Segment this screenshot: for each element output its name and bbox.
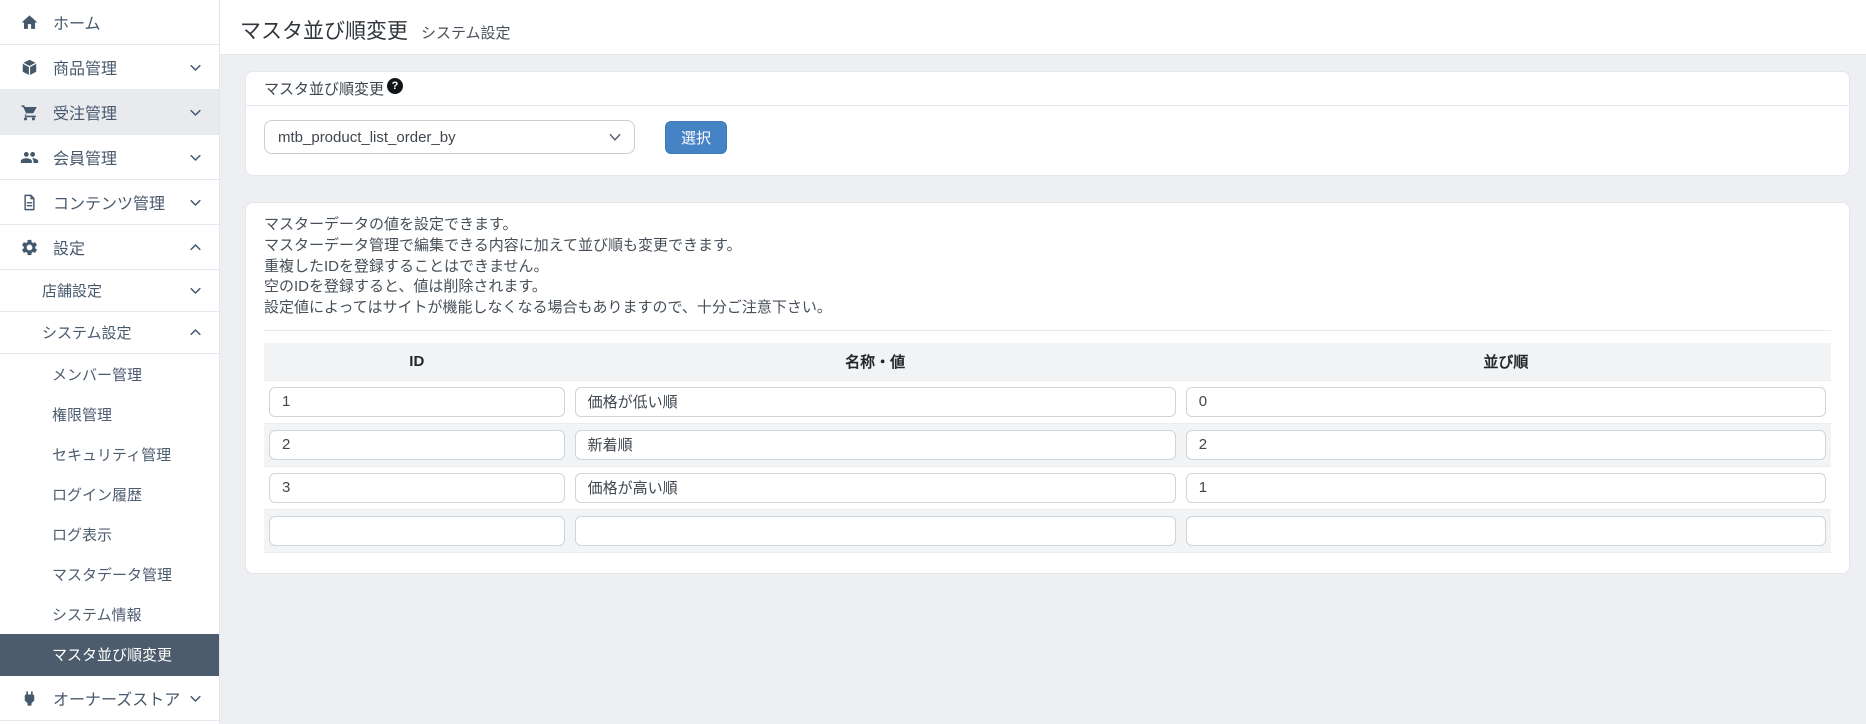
sidebar-item-system-settings[interactable]: システム設定: [0, 312, 219, 354]
table-row: [264, 466, 1831, 509]
page-title: マスタ並び順変更: [240, 20, 408, 43]
sidebar-item-label: マスタデータ管理: [52, 566, 173, 584]
select-value: mtb_product_list_order_by: [278, 128, 456, 146]
sort-order-input[interactable]: [1185, 472, 1826, 503]
content-area: マスタ並び順変更 ? mtb_product_list_order_by 選択 …: [220, 55, 1866, 724]
sidebar-item-product-management[interactable]: 商品管理: [0, 45, 219, 90]
document-icon: [18, 192, 40, 212]
home-icon: [18, 12, 40, 32]
sidebar-item-label: マスタ並び順変更: [52, 647, 173, 664]
description-line: マスターデータの値を設定できます。: [264, 216, 518, 233]
sidebar-item-content-management[interactable]: コンテンツ管理: [0, 180, 219, 225]
master-data-table: ID 名称・値 並び順: [264, 342, 1831, 553]
chevron-down-icon: [188, 105, 203, 120]
sidebar-item-label: ホーム: [53, 16, 101, 33]
selector-row: mtb_product_list_order_by 選択: [246, 106, 1849, 175]
sidebar-item-label: ログ表示: [52, 526, 113, 544]
column-header-name: 名称・値: [569, 342, 1181, 381]
id-input[interactable]: [269, 386, 565, 417]
page-header: マスタ並び順変更 システム設定: [220, 0, 1866, 55]
sidebar-item-system-info[interactable]: システム情報: [0, 594, 219, 634]
sidebar-item-label: 店舗設定: [42, 283, 103, 300]
table-row: [264, 380, 1831, 423]
name-input[interactable]: [574, 386, 1176, 417]
sidebar-item-label: オーナーズストア: [53, 692, 181, 709]
card-heading: マスタ並び順変更: [264, 81, 385, 98]
sidebar-item-label: 設定: [53, 241, 86, 258]
gear-icon: [18, 237, 40, 257]
description-line: 設定値によってはサイトが機能しなくなる場合もありますので、十分ご注意下さい。: [264, 299, 832, 317]
sort-order-input[interactable]: [1185, 429, 1826, 460]
sidebar-item-label: セキュリティ管理: [52, 446, 172, 464]
name-input[interactable]: [574, 515, 1176, 546]
sidebar-item-label: ログイン履歴: [52, 486, 143, 504]
table-row: [264, 423, 1831, 467]
cube-icon: [18, 57, 40, 77]
sidebar-item-home[interactable]: ホーム: [0, 0, 219, 45]
description-line: 重複したIDを登録することはできません。: [264, 257, 549, 275]
description-block: マスターデータの値を設定できます。 マスターデータ管理で編集できる内容に加えて並…: [264, 215, 1831, 319]
sidebar-item-label: 受注管理: [53, 106, 118, 123]
sidebar-item-master-sort-order[interactable]: マスタ並び順変更: [0, 634, 219, 676]
description-line: 空のIDを登録すると、値は削除されます。: [264, 278, 547, 296]
sidebar-item-master-data[interactable]: マスタデータ管理: [0, 554, 219, 594]
name-input[interactable]: [574, 429, 1176, 460]
sidebar-item-store-settings[interactable]: 店舗設定: [0, 270, 219, 312]
chevron-up-icon: [188, 240, 203, 255]
chevron-down-icon: [608, 130, 622, 144]
id-input[interactable]: [269, 472, 565, 503]
card-header: マスタ並び順変更 ?: [246, 72, 1849, 106]
main-area: マスタ並び順変更 システム設定 マスタ並び順変更 ? mtb_product_l…: [220, 0, 1866, 724]
divider: [264, 329, 1831, 331]
column-header-sort: 並び順: [1180, 342, 1831, 381]
table-row: [264, 509, 1831, 553]
chevron-down-icon: [188, 691, 203, 706]
sidebar-item-label: コンテンツ管理: [53, 196, 166, 213]
help-icon[interactable]: ?: [387, 77, 404, 94]
sidebar-item-security[interactable]: セキュリティ管理: [0, 434, 219, 474]
sidebar-item-members[interactable]: メンバー管理: [0, 354, 219, 394]
users-icon: [18, 147, 40, 167]
chevron-up-icon: [188, 325, 203, 340]
sidebar-item-label: 商品管理: [53, 61, 118, 78]
select-button[interactable]: 選択: [665, 120, 728, 154]
column-header-id: ID: [264, 342, 570, 381]
description-line: マスターデータ管理で編集できる内容に加えて並び順も変更できます。: [264, 236, 742, 254]
sort-order-input[interactable]: [1185, 515, 1826, 546]
chevron-down-icon: [188, 283, 203, 298]
master-data-editor-card: マスターデータの値を設定できます。 マスターデータ管理で編集できる内容に加えて並…: [245, 202, 1850, 574]
plug-icon: [18, 688, 40, 708]
sidebar: ホーム 商品管理 受注管理 会員管理 コンテンツ管理 設定 店舗設定 システム設…: [0, 0, 220, 724]
sidebar-item-label: 権限管理: [52, 406, 113, 424]
sidebar-item-settings[interactable]: 設定: [0, 225, 219, 270]
id-input[interactable]: [269, 429, 565, 460]
sidebar-item-label: メンバー管理: [52, 366, 143, 384]
sidebar-item-label: システム情報: [52, 606, 142, 624]
master-sort-selector-card: マスタ並び順変更 ? mtb_product_list_order_by 選択: [245, 71, 1850, 176]
sidebar-item-member-management[interactable]: 会員管理: [0, 135, 219, 180]
sidebar-item-permissions[interactable]: 権限管理: [0, 394, 219, 434]
sidebar-item-label: システム設定: [42, 325, 132, 342]
cart-icon: [18, 102, 40, 122]
sort-order-input[interactable]: [1185, 386, 1826, 417]
name-input[interactable]: [574, 472, 1176, 503]
master-table-select[interactable]: mtb_product_list_order_by: [264, 120, 635, 154]
sidebar-item-label: 会員管理: [53, 151, 118, 168]
table-header-row: ID 名称・値 並び順: [264, 342, 1831, 381]
sidebar-item-log-viewer[interactable]: ログ表示: [0, 514, 219, 554]
chevron-down-icon: [188, 60, 203, 75]
id-input[interactable]: [269, 515, 565, 546]
sidebar-item-order-management[interactable]: 受注管理: [0, 90, 219, 135]
chevron-down-icon: [188, 150, 203, 165]
sidebar-item-login-history[interactable]: ログイン履歴: [0, 474, 219, 514]
chevron-down-icon: [188, 195, 203, 210]
page-subtitle: システム設定: [421, 25, 511, 42]
sidebar-item-owners-store[interactable]: オーナーズストア: [0, 676, 219, 721]
